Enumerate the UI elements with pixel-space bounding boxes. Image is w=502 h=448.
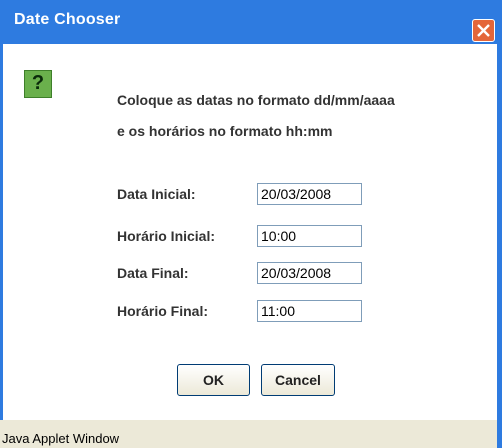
status-bar: Java Applet Window [0,420,497,448]
data-inicial-label: Data Inicial: [117,186,196,202]
horario-inicial-input[interactable] [257,225,362,247]
data-final-label: Data Final: [117,265,189,281]
close-button[interactable] [472,19,495,42]
window-frame-left [0,44,3,420]
close-icon [477,24,490,37]
horario-final-input[interactable] [257,300,362,322]
horario-inicial-label: Horário Inicial: [117,228,216,244]
message-line-2: e os horários no formato hh:mm [117,123,333,139]
cancel-button[interactable]: Cancel [261,364,335,396]
ok-button[interactable]: OK [177,364,250,396]
window-frame-right [497,44,502,448]
title-bar[interactable]: Date Chooser [0,0,502,44]
data-final-input[interactable] [257,262,362,284]
status-text: Java Applet Window [2,431,120,446]
question-icon: ? [24,70,52,98]
window-title: Date Chooser [14,11,121,28]
horario-final-label: Horário Final: [117,303,209,319]
data-inicial-input[interactable] [257,183,362,205]
date-chooser-dialog: Date Chooser ? Coloque as datas no forma… [0,0,502,448]
message-line-1: Coloque as datas no formato dd/mm/aaaa [117,92,395,108]
